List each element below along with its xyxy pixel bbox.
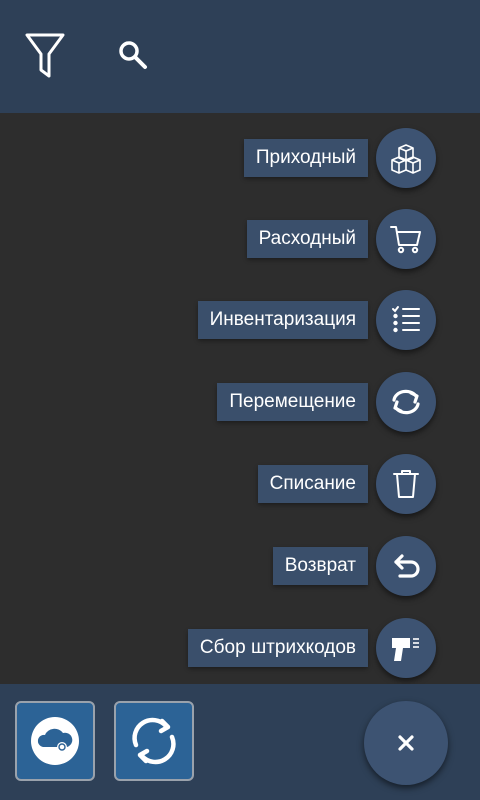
filter-icon[interactable]	[24, 32, 66, 80]
barcode-scanner-icon	[392, 638, 419, 661]
refresh-button[interactable]	[114, 701, 194, 781]
menu-item-incoming[interactable]: Приходный	[0, 128, 436, 188]
menu-fab-writeoff[interactable]	[376, 454, 436, 514]
menu-item-return[interactable]: Возврат	[0, 536, 436, 596]
menu-fab-inventory[interactable]	[376, 290, 436, 350]
close-icon	[398, 735, 414, 751]
top-app-bar	[0, 0, 480, 113]
menu-fab-outgoing[interactable]	[376, 209, 436, 269]
menu-label-inventory[interactable]: Инвентаризация	[197, 301, 368, 339]
menu-fab-return[interactable]	[376, 536, 436, 596]
menu-label-outgoing[interactable]: Расходный	[246, 220, 368, 258]
menu-label-transfer[interactable]: Перемещение	[217, 383, 368, 421]
menu-label-incoming[interactable]: Приходный	[243, 139, 368, 177]
swap-arrows-icon	[392, 389, 420, 415]
menu-item-transfer[interactable]: Перемещение	[0, 372, 436, 432]
return-arrow-icon	[394, 554, 420, 578]
bottom-bar	[0, 684, 480, 800]
menu-label-writeoff[interactable]: Списание	[257, 465, 368, 503]
menu-fab-transfer[interactable]	[376, 372, 436, 432]
menu-fab-incoming[interactable]	[376, 128, 436, 188]
menu-item-inventory[interactable]: Инвентаризация	[0, 290, 436, 350]
search-icon[interactable]	[118, 40, 148, 70]
cloud-sync-icon	[31, 717, 79, 765]
cart-icon	[390, 226, 421, 254]
menu-item-writeoff[interactable]: Списание	[0, 454, 436, 514]
trash-icon	[393, 470, 419, 498]
close-menu-button[interactable]	[364, 701, 448, 785]
menu-item-barcodes[interactable]: Сбор штрихкодов	[0, 618, 436, 678]
menu-item-outgoing[interactable]: Расходный	[0, 209, 436, 269]
refresh-icon	[132, 717, 176, 765]
menu-label-barcodes[interactable]: Сбор штрихкодов	[187, 629, 368, 667]
menu-fab-barcodes[interactable]	[376, 618, 436, 678]
menu-label-return[interactable]: Возврат	[272, 547, 368, 585]
checklist-icon	[392, 306, 420, 333]
cloud-sync-button[interactable]	[15, 701, 95, 781]
boxes-icon	[391, 144, 421, 174]
